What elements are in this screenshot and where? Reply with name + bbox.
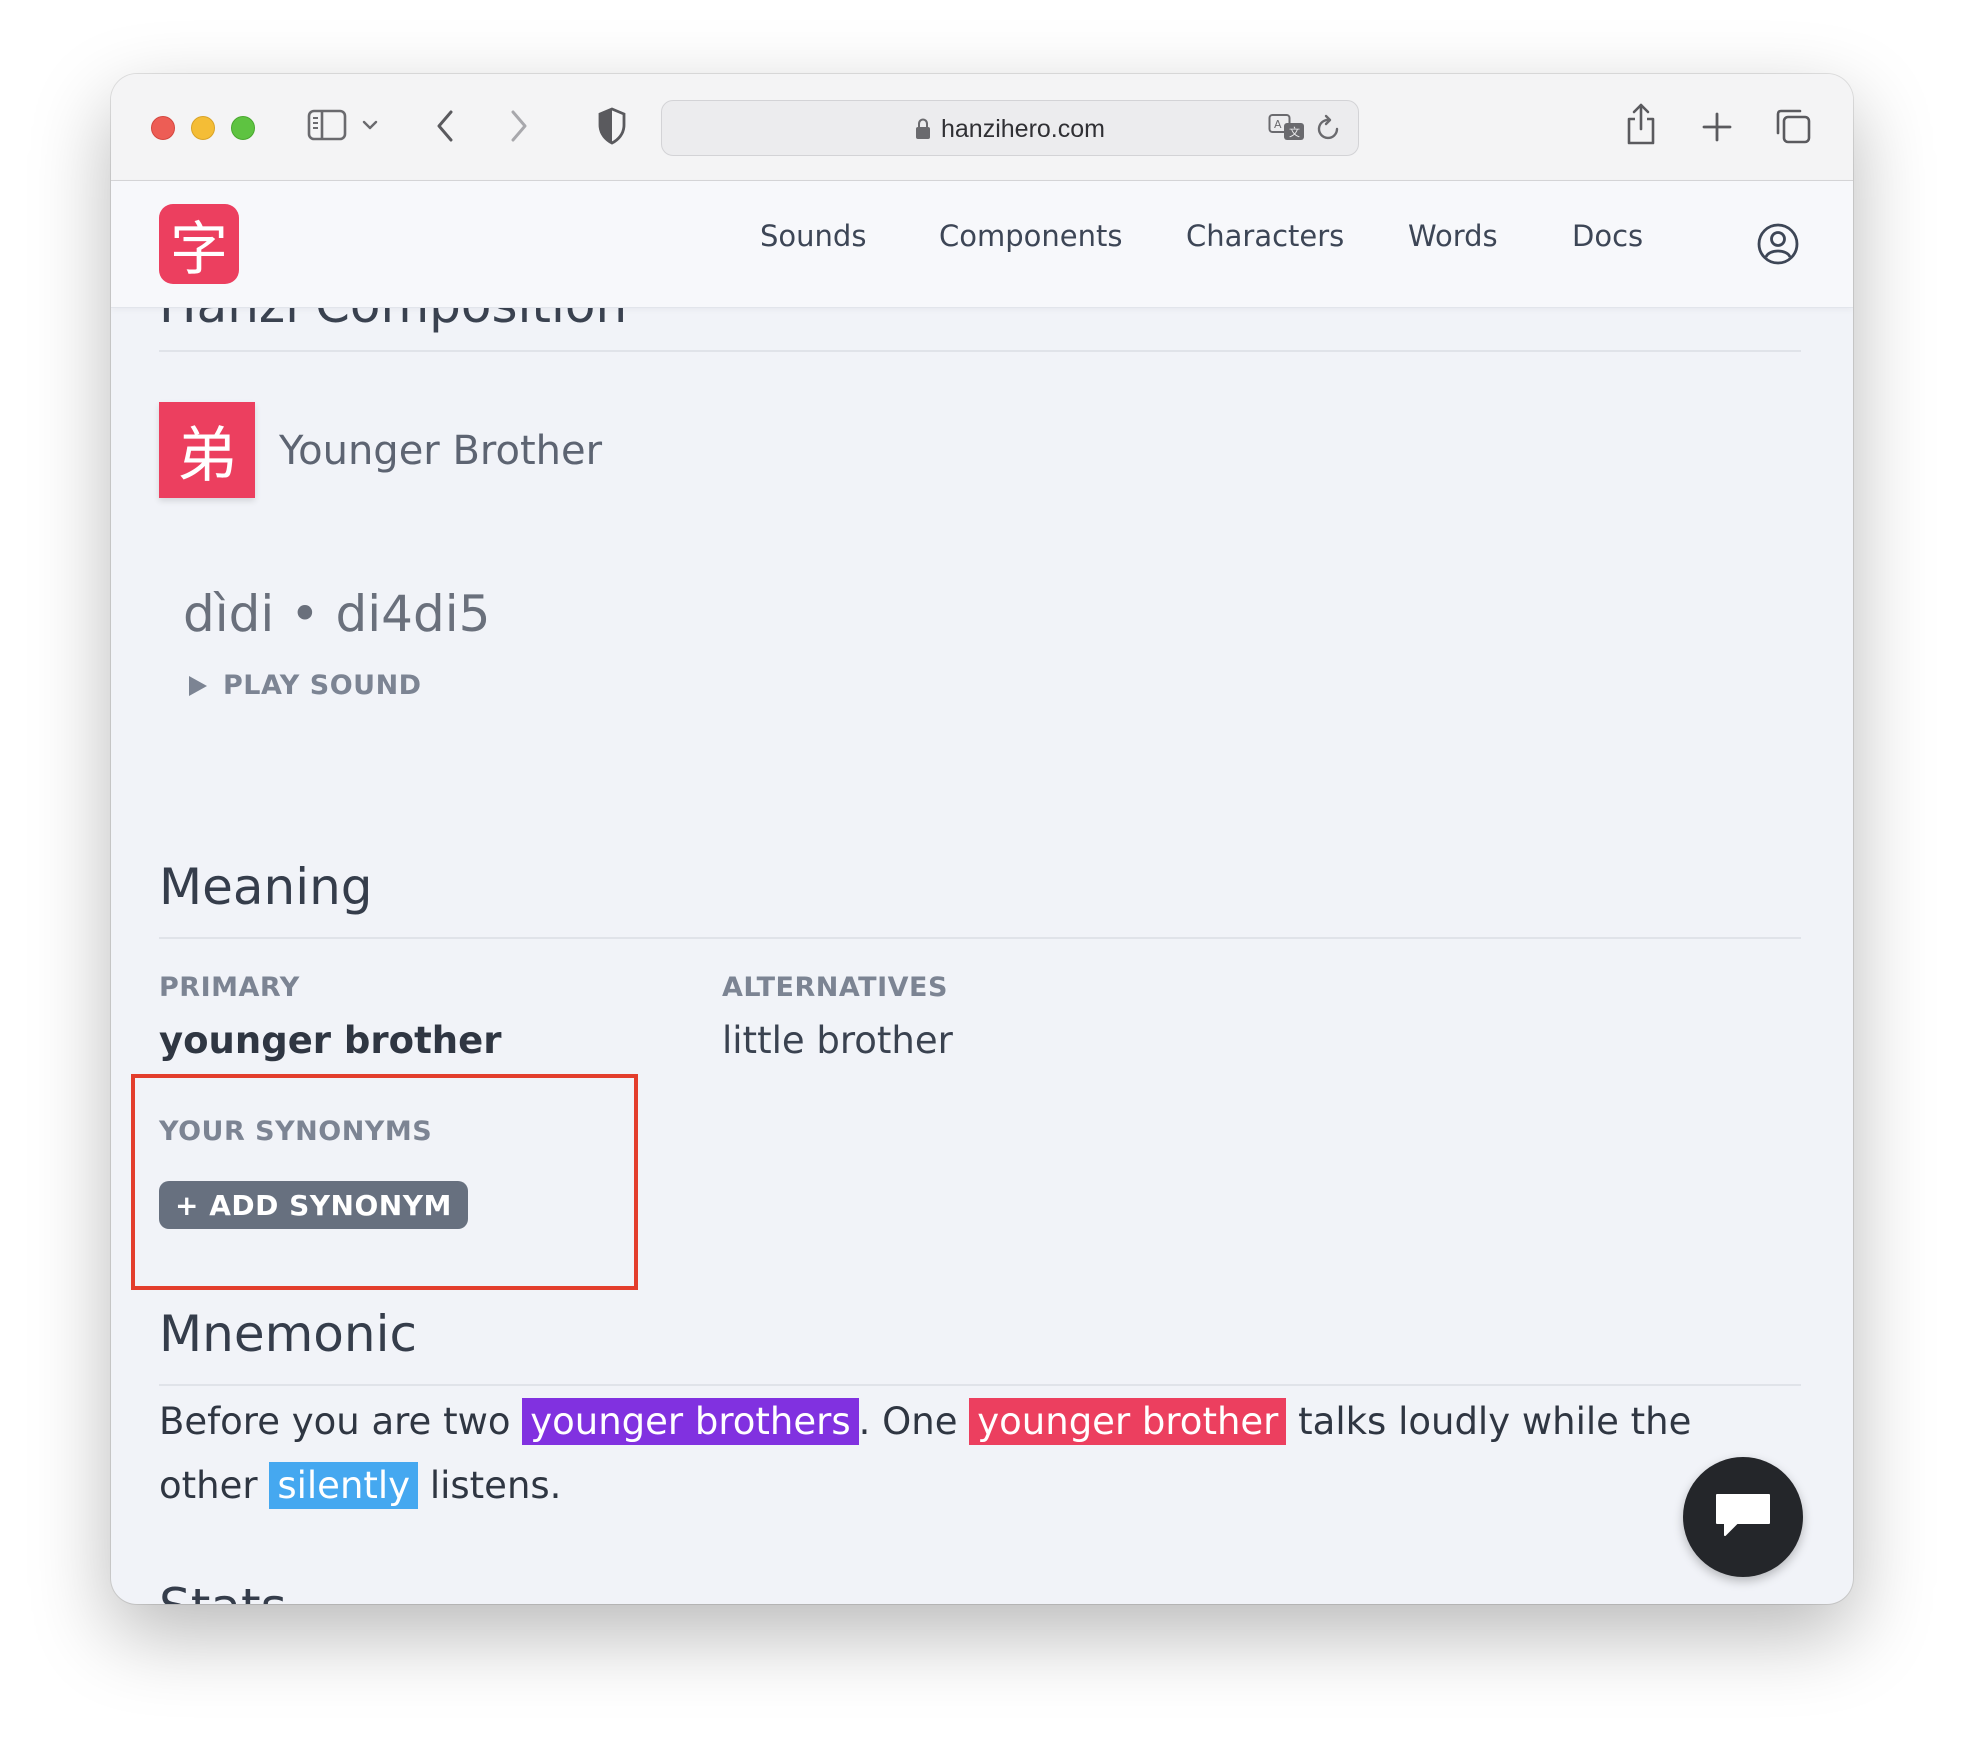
svg-text:A: A	[1274, 118, 1282, 131]
site-logo[interactable]: 字	[159, 204, 239, 284]
lock-icon	[915, 118, 931, 140]
character-tile[interactable]: 弟	[159, 402, 255, 498]
back-icon[interactable]	[433, 108, 457, 144]
play-sound-label: PLAY SOUND	[223, 670, 422, 701]
chevron-down-icon[interactable]	[361, 118, 379, 132]
forward-icon[interactable]	[507, 108, 531, 144]
alternative-meaning: little brother	[722, 1019, 953, 1062]
nav-words[interactable]: Words	[1408, 219, 1498, 253]
chat-button[interactable]	[1683, 1457, 1803, 1577]
nav-characters[interactable]: Characters	[1186, 219, 1344, 253]
pinyin-reading: dìdi • di4di5	[183, 585, 491, 643]
your-synonyms-label: YOUR SYNONYMS	[159, 1116, 433, 1147]
chat-bubble-icon	[1711, 1489, 1775, 1545]
add-synonym-button[interactable]: + ADD SYNONYM	[159, 1181, 468, 1229]
new-tab-icon[interactable]	[1702, 112, 1732, 142]
mnemonic-highlight-blue[interactable]: silently	[269, 1462, 419, 1509]
share-icon[interactable]	[1624, 102, 1658, 146]
zoom-window-button[interactable]	[231, 116, 255, 140]
mnemonic-highlight-red[interactable]: younger brother	[969, 1398, 1287, 1445]
translate-icon[interactable]: A 文	[1268, 113, 1306, 143]
play-sound-button[interactable]: PLAY SOUND	[187, 670, 422, 701]
divider	[159, 1384, 1801, 1386]
site-header: 字 Sounds Components Characters Words Doc…	[111, 181, 1853, 308]
mnemonic-text: Before you are two younger brothers. One…	[159, 1390, 1779, 1518]
divider	[159, 937, 1801, 939]
minimize-window-button[interactable]	[191, 116, 215, 140]
mnemonic-text-part: Before you are two	[159, 1400, 523, 1443]
browser-toolbar: hanzihero.com A 文	[111, 74, 1853, 181]
svg-text:文: 文	[1289, 125, 1300, 139]
tab-overview-icon[interactable]	[1774, 107, 1812, 145]
meaning-heading: Meaning	[159, 858, 373, 916]
divider	[159, 350, 1801, 352]
alternatives-label: ALTERNATIVES	[722, 972, 948, 1003]
browser-window: hanzihero.com A 文 字 Sounds Components Ch…	[111, 74, 1853, 1604]
mnemonic-text-part: . One	[858, 1400, 970, 1443]
nav-components[interactable]: Components	[939, 219, 1122, 253]
sidebar-toggle-icon[interactable]	[307, 108, 347, 142]
address-bar[interactable]: hanzihero.com A 文	[661, 100, 1359, 156]
close-window-button[interactable]	[151, 116, 175, 140]
url-text: hanzihero.com	[941, 114, 1105, 143]
stats-heading: Stats	[159, 1578, 287, 1604]
mnemonic-highlight-purple[interactable]: younger brothers	[522, 1398, 859, 1445]
page-content: Hanzi Composition 弟 Younger Brother dìdi…	[111, 308, 1853, 1604]
reload-icon[interactable]	[1316, 114, 1342, 142]
play-icon	[187, 674, 209, 698]
mnemonic-text-part: listens.	[418, 1464, 562, 1507]
nav-docs[interactable]: Docs	[1572, 219, 1643, 253]
primary-meaning: younger brother	[159, 1019, 502, 1062]
account-icon[interactable]	[1756, 222, 1800, 270]
primary-label: PRIMARY	[159, 972, 300, 1003]
mnemonic-heading: Mnemonic	[159, 1305, 417, 1363]
nav-sounds[interactable]: Sounds	[760, 219, 866, 253]
character-name[interactable]: Younger Brother	[279, 428, 602, 474]
section-title-hanzi-composition: Hanzi Composition	[159, 308, 627, 334]
privacy-shield-icon[interactable]	[597, 106, 627, 146]
